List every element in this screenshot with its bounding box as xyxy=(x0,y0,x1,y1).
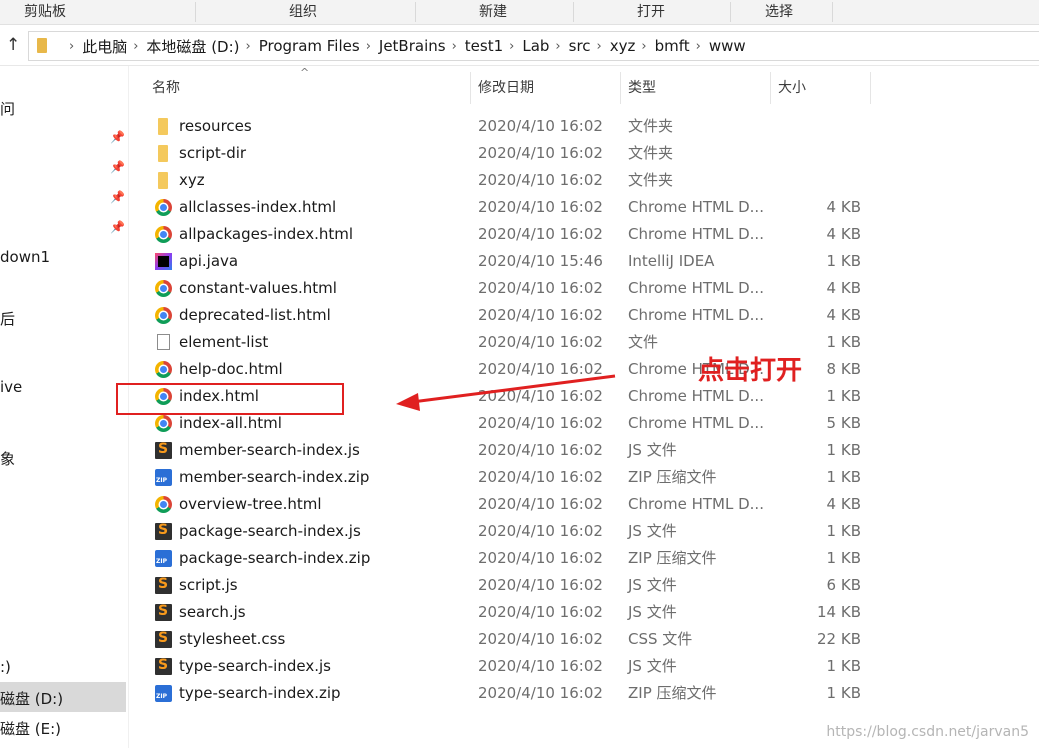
watermark: https://blog.csdn.net/jarvan5 xyxy=(826,724,1029,740)
annotation-arrow xyxy=(396,374,616,411)
annotation-text: 点击打开 xyxy=(698,356,803,386)
